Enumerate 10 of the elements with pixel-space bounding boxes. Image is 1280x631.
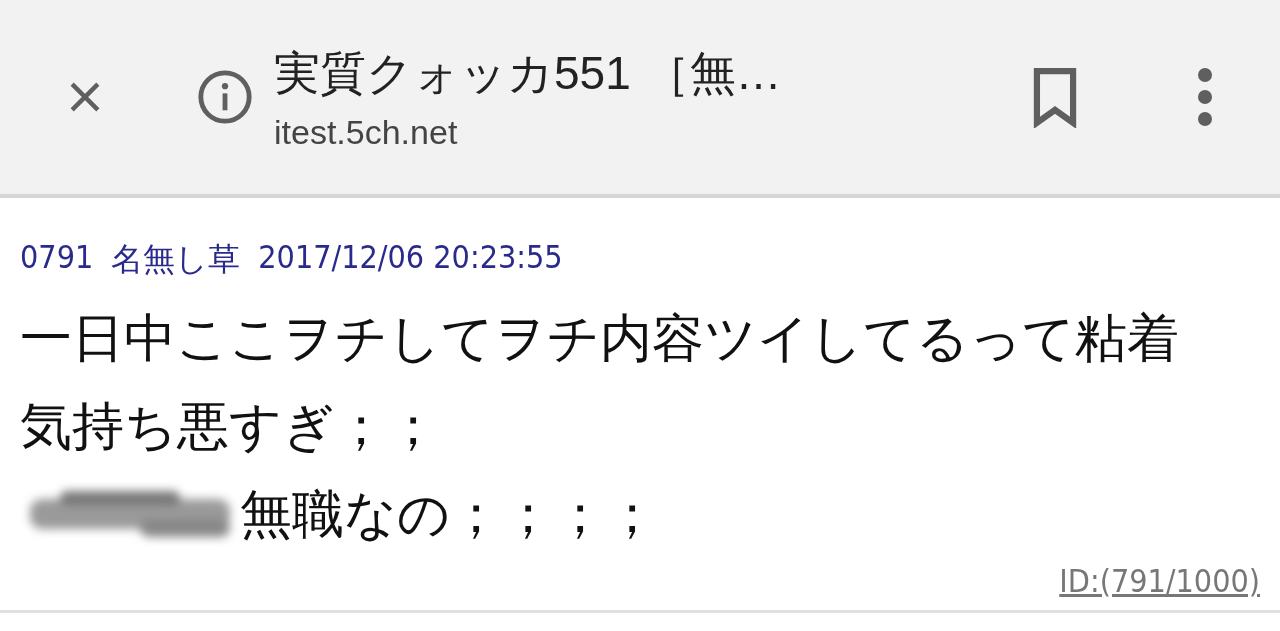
poster-name: 名無し草 — [111, 239, 241, 280]
menu-icon — [1197, 67, 1213, 127]
post-text: 無職なの；；；； — [240, 484, 658, 545]
post-text: 一日中ここヲチしてヲチ内容ツイしてるって粘着気持ち悪すぎ；； — [20, 308, 1180, 457]
page-title: 実質クォッカ551 ［無… — [274, 45, 783, 101]
page-url: itest.5ch.net — [274, 112, 459, 152]
post-number: 0791 — [20, 238, 94, 278]
info-icon — [196, 68, 254, 126]
post-datetime: 2017/12/06 20:23:55 — [258, 238, 563, 278]
id-link[interactable]: ID:(791/1000) — [1059, 562, 1260, 600]
